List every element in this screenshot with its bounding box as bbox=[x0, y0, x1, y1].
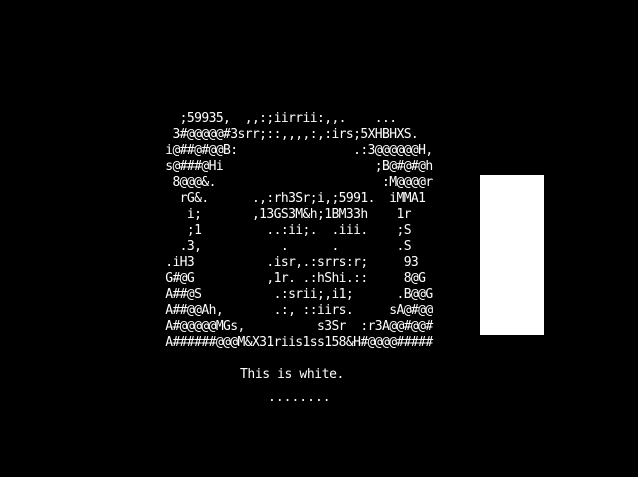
ascii-art-line: i; ,13GS3M&h;1BM33h 1r bbox=[158, 207, 412, 222]
ascii-art-line: .3, . . .S bbox=[158, 239, 412, 254]
ascii-art-line: rG&. .,:rh3Sr;i,;5991. iMMA1 bbox=[158, 191, 426, 206]
ascii-art-line: A##@@Ah, .:, ::iirs. sA@#@@ bbox=[158, 303, 433, 318]
ascii-art-line: G#@G ,1r. .:hShi.:: 8@G bbox=[158, 271, 426, 286]
ascii-art-line: A#@@@@@MGs, s3Sr :r3A@@#@@# bbox=[158, 319, 433, 334]
caption-text: This is white. bbox=[240, 367, 344, 382]
white-test-box bbox=[480, 175, 544, 335]
ascii-art-line: i@##@#@@B: .:3@@@@@@H, bbox=[158, 143, 433, 158]
ascii-art-line: 3#@@@@@#3srr;::,,,,:,:irs;5XHBHXS. bbox=[158, 127, 419, 142]
ascii-art-line: 8@@@&. :M@@@@r bbox=[158, 175, 433, 190]
ascii-art-line: s@###@Hi ;B@#@#@h bbox=[158, 159, 433, 174]
ascii-art-line: .iH3 .isr,.:srrs:r; 93 bbox=[158, 255, 419, 270]
console-screen: ;59935, ,,:;iirrii:,,. ... 3#@@@@@#3srr;… bbox=[0, 0, 638, 477]
ascii-art-line: ;59935, ,,:;iirrii:,,. ... bbox=[158, 111, 397, 126]
ascii-art-line: A##@S .:srii;,i1; .B@@G bbox=[158, 287, 433, 302]
progress-dots: ........ bbox=[268, 390, 331, 405]
ascii-art-line: A######@@@M&X31riis1ss158&H#@@@@##### bbox=[158, 335, 433, 350]
ascii-art-line: ;1 ..:ii;. .iii. ;S bbox=[158, 223, 412, 238]
